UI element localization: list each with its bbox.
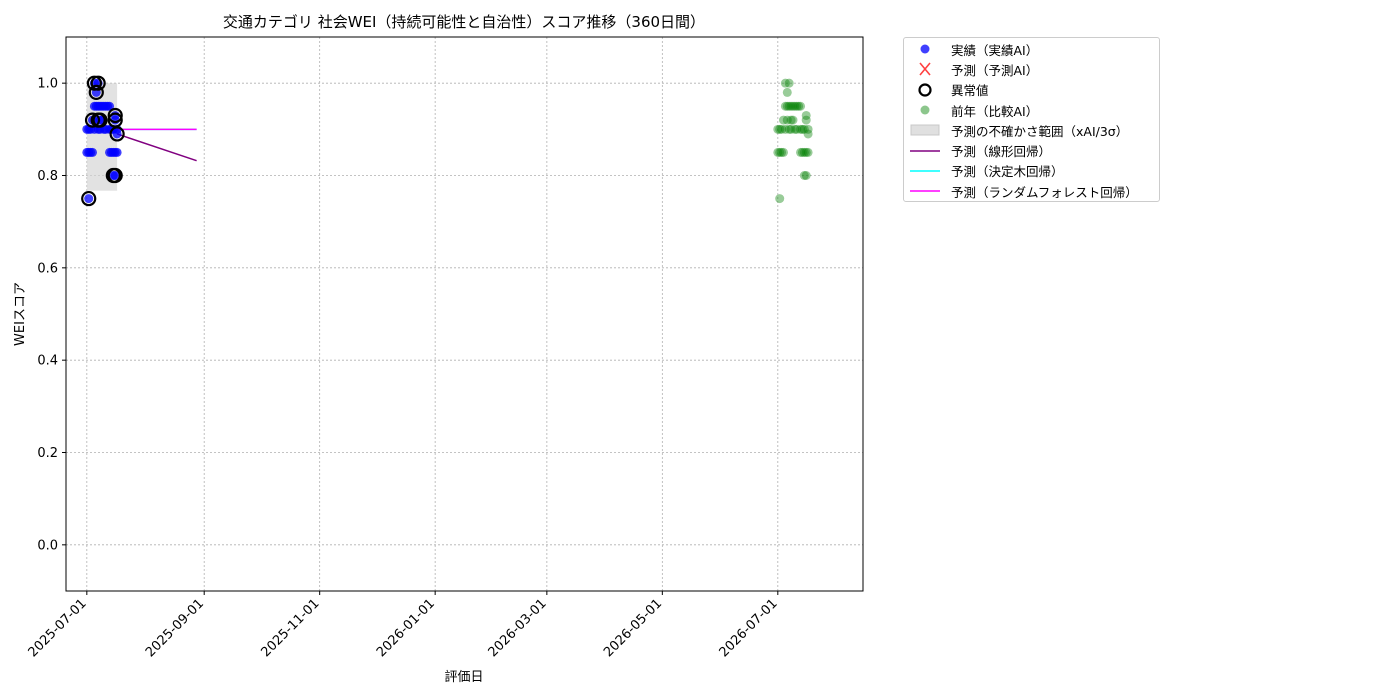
legend-entry: 予測の不確かさ範囲（xAI/3σ） [910, 120, 1153, 140]
actual-point [84, 194, 94, 204]
previous-year-point [803, 124, 813, 134]
magenta-line-icon [910, 184, 940, 198]
previous-year-point [803, 147, 813, 157]
x-axis-label: 評価日 [444, 670, 483, 685]
grid [66, 37, 863, 591]
x-tick-label: 2025-07-01 [26, 596, 90, 660]
y-tick-label: 0.4 [37, 354, 58, 369]
previous-year-point [801, 110, 811, 120]
previous-year-point [788, 115, 798, 125]
purple-line-icon [910, 144, 940, 158]
previous-year-point [784, 78, 794, 88]
x-tick-label: 2025-11-01 [258, 596, 322, 660]
x-tick-label: 2025-09-01 [143, 596, 207, 660]
previous-year-point [775, 194, 785, 204]
y-tick-label: 1.0 [37, 77, 58, 92]
x-tick-label: 2026-03-01 [486, 596, 550, 660]
prediction-lines-layer [116, 128, 197, 162]
y-axis-label: WEIスコア [13, 282, 28, 346]
x-tick-label: 2026-01-01 [374, 596, 438, 660]
legend-label: 実績（実績AI） [951, 42, 1039, 58]
y-tick-label: 0.8 [37, 169, 58, 184]
points-layer [82, 78, 813, 204]
legend: 実績（実績AI） 予測（予測AI） 異常値 前年（比較AI） 予測の不確かさ範囲… [903, 37, 1160, 202]
cyan-line-icon [910, 164, 940, 178]
previous-year-point [778, 147, 788, 157]
previous-year-point [796, 101, 806, 111]
blue-dot-icon [910, 42, 940, 56]
legend-label: 異常値 [951, 83, 989, 99]
actual-point [88, 147, 98, 157]
legend-label: 予測の不確かさ範囲（xAI/3σ） [951, 123, 1129, 139]
ring-icon [910, 83, 940, 97]
green-dot-icon [910, 103, 940, 117]
x-tick-label: 2026-07-01 [717, 596, 781, 660]
legend-entry: 予測（決定木回帰） [910, 161, 1153, 181]
gray-band-icon [910, 123, 940, 137]
legend-entry: 予測（予測AI） [910, 59, 1153, 79]
y-tick-label: 0.2 [37, 446, 58, 461]
legend-label: 予測（線形回帰） [951, 144, 1052, 160]
previous-year-point [782, 87, 792, 97]
legend-entry: 予測（線形回帰） [910, 140, 1153, 160]
legend-entry: 予測（ランダムフォレスト回帰） [910, 181, 1153, 201]
chart: 交通カテゴリ 社会WEI（持続可能性と自治性）スコア推移（360日間） 2025… [13, 13, 864, 685]
legend-entry: 実績（実績AI） [910, 39, 1153, 59]
red-x-icon [910, 62, 940, 76]
y-tick-label: 0.0 [37, 538, 58, 553]
y-axis-ticks: 0.0 0.2 0.4 0.6 0.8 1.0 [37, 77, 66, 553]
legend-label: 予測（予測AI） [951, 62, 1039, 78]
chart-title: 交通カテゴリ 社会WEI（持続可能性と自治性）スコア推移（360日間） [223, 13, 705, 31]
legend-label: 予測（決定木回帰） [951, 164, 1064, 180]
actual-point [112, 147, 122, 157]
legend-label: 予測（ランダムフォレスト回帰） [951, 184, 1138, 200]
previous-year-point [801, 171, 811, 180]
x-tick-label: 2026-05-01 [601, 596, 665, 660]
legend-entry: 異常値 [910, 80, 1153, 100]
legend-label: 前年（比較AI） [951, 103, 1039, 119]
legend-entry: 前年（比較AI） [910, 100, 1153, 120]
plot-frame [65, 36, 864, 592]
x-axis-ticks: 2025-07-01 2025-09-01 2025-11-01 2026-01-01… [26, 591, 781, 660]
prediction-line [116, 133, 197, 162]
y-tick-label: 0.6 [37, 261, 58, 276]
